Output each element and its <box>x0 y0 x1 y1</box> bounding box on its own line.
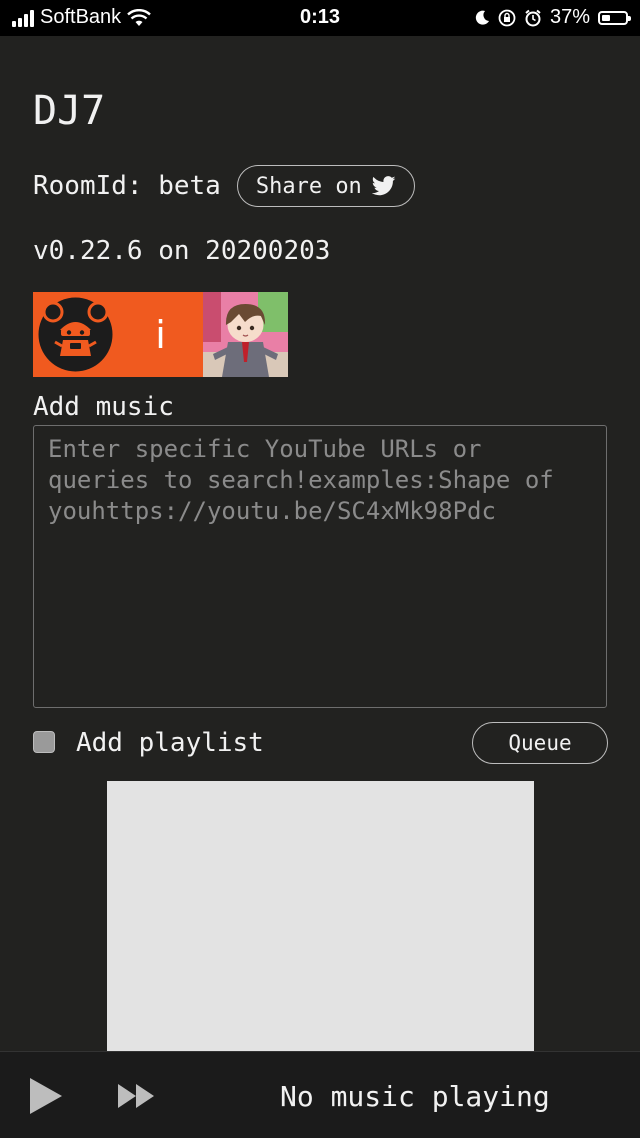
page-title: DJ7 <box>33 88 106 134</box>
version-text: v0.22.6 on 20200203 <box>33 236 331 266</box>
battery-fill <box>602 14 610 21</box>
play-button[interactable] <box>24 1074 68 1118</box>
avatar-robot[interactable] <box>33 292 118 377</box>
add-playlist-label: Add playlist <box>76 728 264 758</box>
playlist-row: Add playlist Queue <box>33 722 608 766</box>
orientation-lock-icon <box>498 9 516 26</box>
twitter-icon <box>371 176 396 196</box>
share-button-label: Share on <box>255 173 362 199</box>
alarm-icon <box>525 9 541 26</box>
add-playlist-checkbox[interactable] <box>33 731 55 753</box>
status-right: 37% <box>474 6 631 29</box>
share-twitter-button[interactable]: Share on <box>236 165 415 207</box>
moon-icon <box>475 10 489 25</box>
play-icon <box>30 1078 62 1114</box>
avatar-letter-text: i <box>155 312 166 357</box>
add-music-label: Add music <box>33 392 174 422</box>
robot-avatar-icon <box>38 297 113 372</box>
video-player-area[interactable] <box>107 781 534 1051</box>
room-row: RoomId: beta Share on <box>33 165 415 207</box>
now-playing-status: No music playing <box>280 1080 550 1113</box>
avatar-letter[interactable]: i <box>118 292 203 377</box>
listener-avatars: i <box>33 292 288 377</box>
queue-button[interactable]: Queue <box>472 722 608 764</box>
avatar-anime[interactable] <box>203 292 288 377</box>
skip-button[interactable] <box>112 1074 160 1118</box>
anime-avatar-icon <box>203 292 288 377</box>
battery-icon <box>598 10 631 25</box>
fast-forward-icon <box>118 1084 154 1108</box>
status-bar: SoftBank 0:13 37% <box>0 0 640 36</box>
battery-percent: 37% <box>549 6 590 28</box>
music-query-input[interactable] <box>33 425 607 708</box>
room-id-label: RoomId: beta <box>33 171 221 201</box>
player-bar: No music playing <box>0 1051 640 1138</box>
